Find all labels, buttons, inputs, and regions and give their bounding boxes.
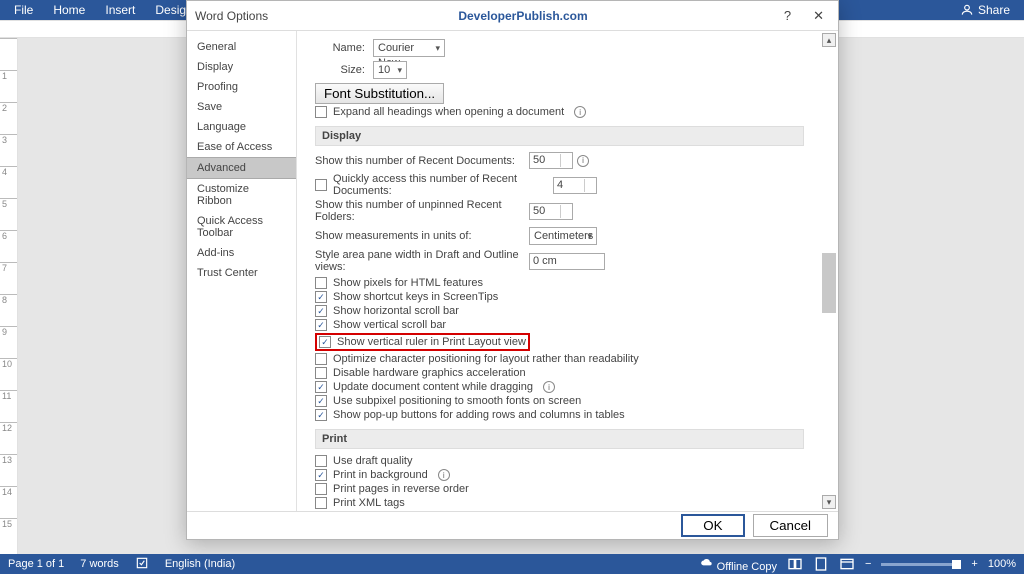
size-select[interactable]: 10 [373, 61, 407, 79]
subpixel-checkbox[interactable] [315, 395, 327, 407]
sidebar-item-general[interactable]: General [187, 37, 296, 57]
sidebar-item-trust-center[interactable]: Trust Center [187, 263, 296, 283]
sidebar-item-advanced[interactable]: Advanced [187, 157, 296, 179]
reverse-checkbox[interactable] [315, 483, 327, 495]
background-label: Print in background [333, 469, 428, 481]
sidebar-item-ease-of-access[interactable]: Ease of Access [187, 137, 296, 157]
help-icon[interactable]: i [543, 381, 555, 393]
share-icon [960, 3, 974, 17]
ribbon-tab-home[interactable]: Home [43, 3, 95, 17]
hscroll-label: Show horizontal scroll bar [333, 305, 459, 317]
options-content: ▴ ▾ Name: Courier New Size: 10 Font Subs… [297, 31, 838, 511]
read-mode-icon[interactable] [787, 556, 803, 572]
ribbon-tab-insert[interactable]: Insert [95, 3, 145, 17]
quick-access-input[interactable]: 4 [553, 177, 597, 194]
pixels-checkbox[interactable] [315, 277, 327, 289]
hardware-checkbox[interactable] [315, 367, 327, 379]
name-select[interactable]: Courier New [373, 39, 445, 57]
zoom-slider[interactable] [881, 563, 961, 566]
print-layout-icon[interactable] [813, 556, 829, 572]
help-icon[interactable]: i [577, 155, 589, 167]
sidebar-item-proofing[interactable]: Proofing [187, 77, 296, 97]
vruler-highlight: Show vertical ruler in Print Layout view [315, 333, 530, 351]
ribbon-tab-file[interactable]: File [4, 3, 43, 17]
optimize-checkbox[interactable] [315, 353, 327, 365]
share-label: Share [978, 3, 1010, 17]
style-area-input[interactable]: 0 cm [529, 253, 605, 270]
optimize-label: Optimize character positioning for layou… [333, 353, 639, 365]
cancel-button[interactable]: Cancel [753, 514, 829, 537]
scroll-up-button[interactable]: ▴ [822, 33, 836, 47]
language-status[interactable]: English (India) [165, 558, 235, 570]
shortcut-checkbox[interactable] [315, 291, 327, 303]
font-substitution-button[interactable]: Font Substitution... [315, 83, 444, 104]
display-section-header: Display [315, 126, 804, 146]
sidebar-item-language[interactable]: Language [187, 117, 296, 137]
units-label: Show measurements in units of: [315, 230, 521, 242]
cloud-icon [700, 556, 714, 570]
word-count[interactable]: 7 words [80, 558, 119, 570]
vertical-ruler: 123456789101112131415 [0, 38, 18, 554]
options-sidebar: General Display Proofing Save Language E… [187, 31, 297, 511]
quick-access-checkbox[interactable] [315, 179, 327, 191]
xml-checkbox[interactable] [315, 497, 327, 509]
help-icon[interactable]: i [574, 106, 586, 118]
page-status[interactable]: Page 1 of 1 [8, 558, 64, 570]
dialog-titlebar: Word Options DeveloperPublish.com ? ✕ [187, 1, 838, 31]
recent-folders-label: Show this number of unpinned Recent Fold… [315, 199, 521, 223]
hscroll-checkbox[interactable] [315, 305, 327, 317]
vscroll-checkbox[interactable] [315, 319, 327, 331]
help-icon[interactable]: i [438, 469, 450, 481]
offline-status[interactable]: Offline Copy [700, 556, 777, 573]
close-button[interactable]: ✕ [807, 6, 830, 26]
pixels-label: Show pixels for HTML features [333, 277, 483, 289]
units-select[interactable]: Centimeters [529, 227, 597, 245]
zoom-level[interactable]: 100% [988, 558, 1016, 570]
share-button[interactable]: Share [960, 3, 1020, 17]
expand-headings-label: Expand all headings when opening a docum… [333, 106, 564, 118]
print-section-header: Print [315, 429, 804, 449]
popup-label: Show pop-up buttons for adding rows and … [333, 409, 625, 421]
popup-checkbox[interactable] [315, 409, 327, 421]
recent-docs-label: Show this number of Recent Documents: [315, 155, 521, 167]
scroll-down-button[interactable]: ▾ [822, 495, 836, 509]
style-area-label: Style area pane width in Draft and Outli… [315, 249, 521, 273]
vscroll-label: Show vertical scroll bar [333, 319, 446, 331]
developer-publish-link[interactable]: DeveloperPublish.com [458, 9, 587, 23]
sidebar-item-display[interactable]: Display [187, 57, 296, 77]
status-bar: Page 1 of 1 7 words English (India) Offl… [0, 554, 1024, 574]
background-checkbox[interactable] [315, 469, 327, 481]
sidebar-item-quick-access-toolbar[interactable]: Quick Access Toolbar [187, 211, 296, 243]
hardware-label: Disable hardware graphics acceleration [333, 367, 526, 379]
dragging-label: Update document content while dragging [333, 381, 533, 393]
proofing-icon[interactable] [135, 556, 149, 573]
shortcut-label: Show shortcut keys in ScreenTips [333, 291, 498, 303]
dialog-title: Word Options [195, 9, 268, 23]
reverse-label: Print pages in reverse order [333, 483, 469, 495]
xml-label: Print XML tags [333, 497, 405, 509]
sidebar-item-save[interactable]: Save [187, 97, 296, 117]
draft-checkbox[interactable] [315, 455, 327, 467]
sidebar-item-add-ins[interactable]: Add-ins [187, 243, 296, 263]
ok-button[interactable]: OK [681, 514, 744, 537]
draft-label: Use draft quality [333, 455, 412, 467]
vruler-checkbox[interactable] [319, 336, 331, 348]
recent-folders-input[interactable]: 50 [529, 203, 573, 220]
recent-docs-input[interactable]: 50 [529, 152, 573, 169]
quick-access-label: Quickly access this number of Recent Doc… [333, 173, 547, 197]
subpixel-label: Use subpixel positioning to smooth fonts… [333, 395, 581, 407]
web-layout-icon[interactable] [839, 556, 855, 572]
help-button[interactable]: ? [778, 6, 797, 25]
dialog-footer: OK Cancel [187, 511, 838, 539]
zoom-out-button[interactable]: − [865, 558, 871, 570]
expand-headings-checkbox[interactable] [315, 106, 327, 118]
dragging-checkbox[interactable] [315, 381, 327, 393]
word-options-dialog: Word Options DeveloperPublish.com ? ✕ Ge… [186, 0, 839, 540]
sidebar-item-customize-ribbon[interactable]: Customize Ribbon [187, 179, 296, 211]
vruler-label: Show vertical ruler in Print Layout view [337, 336, 526, 348]
size-label: Size: [315, 64, 365, 76]
zoom-in-button[interactable]: + [971, 558, 977, 570]
name-label: Name: [315, 42, 365, 54]
scrollbar-thumb[interactable] [822, 253, 836, 313]
